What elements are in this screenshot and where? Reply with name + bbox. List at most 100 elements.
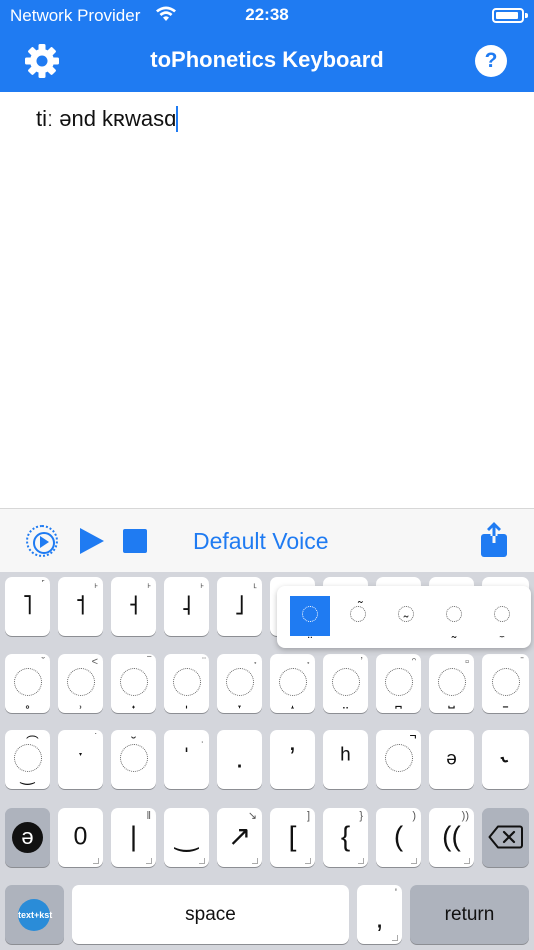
- key-corner-mark: [358, 858, 364, 864]
- player-toolbar: Default Voice: [0, 508, 534, 572]
- key-char: ə: [446, 748, 457, 770]
- space-key[interactable]: space: [72, 885, 349, 944]
- key-alt-char: ˫: [147, 579, 151, 591]
- key-corner-mark: [199, 858, 205, 864]
- key-corner-mark: [392, 935, 398, 941]
- key-diacritic-lowered[interactable]: ˖̞: [217, 654, 262, 713]
- status-bar: Network Provider 22:38: [0, 0, 534, 32]
- key-char: ̠: [482, 691, 529, 708]
- key-bracket[interactable]: []: [270, 808, 315, 867]
- key-double-paren[interactable]: (()): [429, 808, 474, 867]
- key-half-long[interactable]: ˑ ˙: [58, 730, 103, 789]
- key-extra-short[interactable]: ̆: [111, 730, 156, 789]
- dotted-circle-icon: [384, 743, 413, 772]
- play-button[interactable]: [80, 528, 104, 554]
- loop-play-button[interactable]: [26, 525, 58, 557]
- key-linking[interactable]: ͡‿: [5, 730, 50, 789]
- key-minor-group[interactable]: | ‖: [111, 808, 156, 867]
- key-diacritic-dental[interactable]: ᵔ̪: [376, 654, 421, 713]
- popup-option-velarized[interactable]: ̴: [386, 596, 426, 636]
- key-ejective[interactable]: ʼ: [270, 730, 315, 789]
- app-logo-icon: text+kst: [18, 899, 52, 931]
- key-rhotic[interactable]: ˞: [482, 730, 529, 789]
- stop-button[interactable]: [123, 529, 147, 553]
- return-key[interactable]: return: [410, 885, 529, 944]
- popup-option-mark: ̰: [434, 623, 474, 637]
- key-char: ̝: [270, 691, 315, 708]
- key-alt-char: ˫: [94, 579, 98, 591]
- key-primary-stress[interactable]: ˈˌ: [164, 730, 209, 789]
- key-diacritic-raised[interactable]: ˖̝: [270, 654, 315, 713]
- key-tone-3[interactable]: ˧ ˫: [111, 577, 156, 636]
- key-corner-mark: [305, 858, 311, 864]
- key-diacritic-advanced[interactable]: ‾̟: [111, 654, 156, 713]
- key-char: ((: [442, 820, 461, 852]
- key-diacritic-breathy[interactable]: ʼ̤: [323, 654, 368, 713]
- key-char: ˨: [181, 589, 192, 621]
- popup-option-breathy[interactable]: ̤: [290, 596, 330, 636]
- key-tone-5[interactable]: ˩ ˪: [217, 577, 262, 636]
- key-tone-4[interactable]: ˨ ˫: [164, 577, 209, 636]
- dotted-circle-icon: [350, 606, 366, 622]
- key-char: [: [288, 820, 297, 852]
- key-char: ‿: [175, 820, 198, 852]
- key-alt-char: ˇ: [41, 656, 45, 668]
- key-diacritic-rounded[interactable]: ˂̹: [58, 654, 103, 713]
- page-title: toPhonetics Keyboard: [150, 47, 384, 72]
- key-alt-char: ': [394, 887, 397, 899]
- key-paren[interactable]: (): [376, 808, 421, 867]
- backspace-key[interactable]: [482, 808, 529, 867]
- key-linking-bar[interactable]: ‿: [164, 808, 209, 867]
- key-alt-char: ˉ: [520, 656, 524, 668]
- key-syllable-break[interactable]: .: [217, 730, 262, 789]
- key-char: ̪: [376, 691, 421, 708]
- keyboard-switch-button[interactable]: text+kst: [5, 885, 64, 944]
- editor-content[interactable]: tiː ənd kʀwasɑ: [36, 106, 179, 132]
- key-alt-char: ˙: [94, 732, 98, 744]
- schwa-keyboard-toggle[interactable]: ə: [5, 808, 50, 867]
- key-alt-char: )): [461, 810, 469, 822]
- popup-option-mark: ̴: [386, 607, 426, 621]
- key-zero[interactable]: 0: [58, 808, 103, 867]
- popup-option-nasal[interactable]: ̃: [338, 596, 378, 636]
- key-alt-char: }: [359, 810, 363, 822]
- key-alt-char: ˹: [41, 579, 45, 591]
- key-no-release[interactable]: ̚: [376, 730, 421, 789]
- popup-option-mark: ̤: [290, 623, 330, 637]
- text-editor[interactable]: tiː ənd kʀwasɑ: [0, 92, 534, 508]
- key-corner-mark: [252, 858, 258, 864]
- key-diacritic-retracted[interactable]: ˉ̠: [482, 654, 529, 713]
- voice-selector[interactable]: Default Voice: [193, 528, 329, 555]
- key-char: ˦: [75, 589, 86, 621]
- key-char: ̩: [164, 691, 209, 708]
- key-tone-1[interactable]: ˥ ˹: [5, 577, 50, 636]
- share-icon[interactable]: [480, 522, 508, 558]
- play-loop-icon: [40, 536, 49, 548]
- key-comma[interactable]: , ': [357, 885, 402, 944]
- key-char: ˈ: [181, 742, 192, 774]
- battery-icon: [492, 8, 528, 23]
- key-diacritic-voiceless[interactable]: ˇ̥: [5, 654, 50, 713]
- key-char: ˞: [500, 742, 511, 774]
- popup-option-mark: ̼: [482, 623, 522, 637]
- key-char: ˩: [234, 589, 245, 621]
- key-alt-char: ]: [306, 810, 310, 822]
- key-diacritic-apical[interactable]: ▫̺: [429, 654, 474, 713]
- key-alt-char: ˌ: [200, 732, 204, 744]
- clock: 22:38: [245, 5, 289, 24]
- dotted-circle-icon: [494, 606, 510, 622]
- text-caret: [176, 106, 179, 132]
- nav-bar: toPhonetics Keyboard ?: [0, 32, 534, 92]
- popup-option-linguolabial[interactable]: ̼: [482, 596, 522, 636]
- key-tone-2[interactable]: ˦ ˫: [58, 577, 103, 636]
- key-char: ˑ: [76, 742, 85, 774]
- key-aspirated[interactable]: ʰ: [323, 730, 368, 789]
- key-schwa[interactable]: ə: [429, 730, 474, 789]
- key-char: ̥: [5, 691, 50, 708]
- key-diacritic-syllabic[interactable]: ̩̈: [164, 654, 209, 713]
- key-char: 0: [73, 821, 88, 850]
- popup-option-creaky[interactable]: ̰: [434, 596, 474, 636]
- key-global-rise[interactable]: ↗ ↘: [217, 808, 262, 867]
- help-button[interactable]: ?: [475, 45, 507, 77]
- key-brace[interactable]: {}: [323, 808, 368, 867]
